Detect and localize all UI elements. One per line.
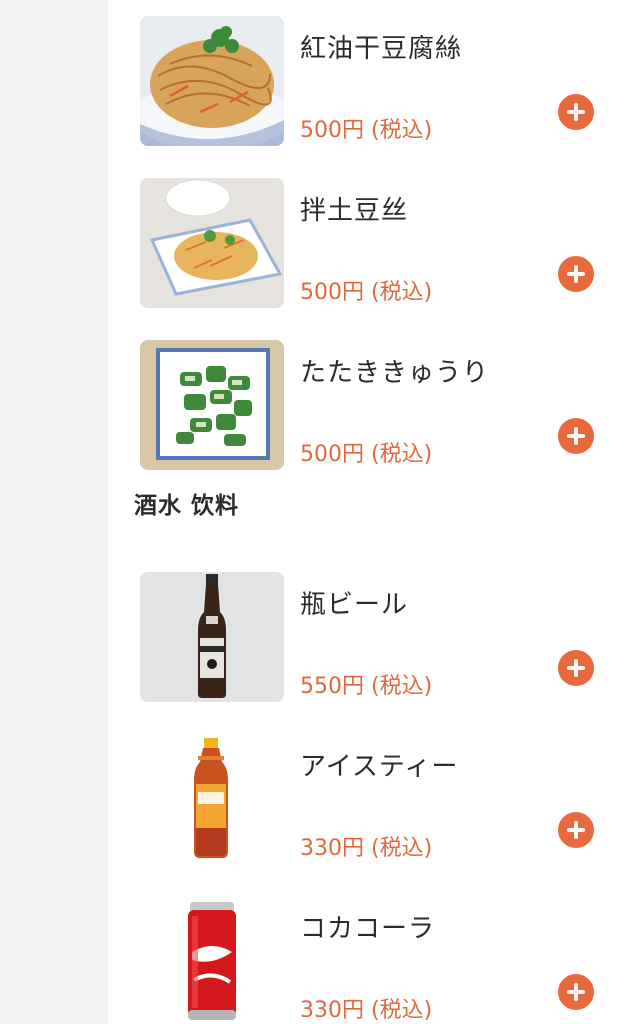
menu-item[interactable]: コカコーラ 330円 (税込) — [108, 896, 636, 1024]
noodle-salad-image — [140, 16, 284, 146]
item-price: 330円 (税込) — [300, 836, 433, 861]
item-price: 500円 (税込) — [300, 118, 433, 143]
item-name: 拌土豆丝 — [300, 196, 409, 226]
item-price: 330円 (税込) — [300, 998, 433, 1023]
item-name: アイスティー — [300, 752, 459, 782]
left-gutter — [0, 0, 108, 1024]
item-name: コカコーラ — [300, 914, 436, 944]
menu-item[interactable]: アイスティー 330円 (税込) — [108, 734, 636, 884]
add-to-cart-button[interactable] — [558, 256, 594, 292]
add-to-cart-button[interactable] — [558, 650, 594, 686]
menu-list[interactable]: 紅油干豆腐絲 500円 (税込) 拌土豆丝 500円 (税込) たたききゅうり … — [108, 0, 636, 1024]
add-to-cart-button[interactable] — [558, 418, 594, 454]
menu-item[interactable]: 拌土豆丝 500円 (税込) — [108, 178, 636, 328]
menu-item[interactable]: たたききゅうり 500円 (税込) — [108, 340, 636, 490]
add-to-cart-button[interactable] — [558, 974, 594, 1010]
item-name: 紅油干豆腐絲 — [300, 34, 463, 64]
item-price: 550円 (税込) — [300, 674, 433, 699]
item-name: たたききゅうり — [300, 358, 490, 388]
item-price: 500円 (税込) — [300, 280, 433, 305]
beer-bottle-image — [140, 572, 284, 702]
cola-can-image — [140, 896, 284, 1024]
item-price: 500円 (税込) — [300, 442, 433, 467]
add-to-cart-button[interactable] — [558, 94, 594, 130]
add-to-cart-button[interactable] — [558, 812, 594, 848]
menu-item[interactable]: 瓶ビール 550円 (税込) — [108, 572, 636, 722]
menu-item[interactable]: 紅油干豆腐絲 500円 (税込) — [108, 16, 636, 166]
item-name: 瓶ビール — [300, 590, 409, 620]
menu-page: 紅油干豆腐絲 500円 (税込) 拌土豆丝 500円 (税込) たたききゅうり … — [0, 0, 636, 1024]
cucumber-salad-image — [140, 340, 284, 470]
potato-salad-image — [140, 178, 284, 308]
section-title: 酒水 饮料 — [134, 493, 240, 519]
iced-tea-bottle-image — [140, 734, 284, 864]
